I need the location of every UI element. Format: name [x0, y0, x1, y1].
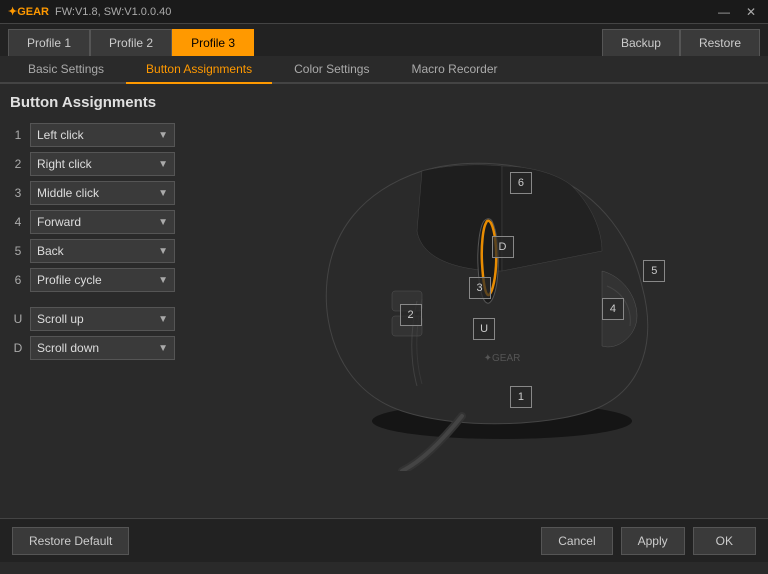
- profile-tab-3[interactable]: Profile 3: [172, 29, 254, 56]
- profile-tabs-row: Profile 1 Profile 2 Profile 3 Backup Res…: [0, 24, 768, 56]
- mouse-graphic: ✦GEAR: [262, 131, 722, 471]
- mouse-image-container: ✦GEAR 1 2 3 U D: [262, 131, 722, 471]
- restore-default-button[interactable]: Restore Default: [12, 527, 129, 555]
- cancel-button[interactable]: Cancel: [541, 527, 612, 555]
- btn-id-6: 6: [10, 273, 26, 287]
- btn-label-scroll-up: Scroll up: [37, 312, 84, 326]
- btn-label-1: Left click: [37, 128, 84, 142]
- btn-dropdown-2[interactable]: Right click ▼: [30, 152, 175, 176]
- btn-id-4: 4: [10, 215, 26, 229]
- btn-id-2: 2: [10, 157, 26, 171]
- btn-label-6: Profile cycle: [37, 273, 102, 287]
- chevron-down-icon: ▼: [158, 217, 168, 228]
- main-content: Button Assignments 1 Left click ▼ 2 Righ…: [0, 84, 768, 518]
- mouse-label-3: 3: [469, 277, 491, 299]
- btn-dropdown-scroll-down[interactable]: Scroll down ▼: [30, 336, 175, 360]
- mouse-label-4: 4: [602, 298, 624, 320]
- app-logo: ✦GEAR: [8, 5, 49, 18]
- left-panel: Button Assignments 1 Left click ▼ 2 Righ…: [0, 84, 215, 518]
- button-row-4: 4 Forward ▼: [10, 210, 205, 234]
- button-row-6: 6 Profile cycle ▼: [10, 268, 205, 292]
- app-version: FW:V1.8, SW:V1.0.0.40: [55, 6, 171, 18]
- chevron-down-icon: ▼: [158, 130, 168, 141]
- btn-label-2: Right click: [37, 157, 92, 171]
- tab-basic-settings[interactable]: Basic Settings: [8, 56, 124, 84]
- btn-id-U: U: [10, 312, 26, 326]
- title-bar-left: ✦GEAR FW:V1.8, SW:V1.0.0.40: [8, 5, 171, 18]
- btn-dropdown-6[interactable]: Profile cycle ▼: [30, 268, 175, 292]
- button-row-5: 5 Back ▼: [10, 239, 205, 263]
- btn-label-scroll-down: Scroll down: [37, 341, 99, 355]
- btn-id-D: D: [10, 341, 26, 355]
- mouse-label-5: 5: [643, 260, 665, 282]
- btn-id-3: 3: [10, 186, 26, 200]
- chevron-down-icon: ▼: [158, 159, 168, 170]
- mouse-label-2: 2: [400, 304, 422, 326]
- button-row-scroll-down: D Scroll down ▼: [10, 336, 205, 360]
- btn-dropdown-4[interactable]: Forward ▼: [30, 210, 175, 234]
- btn-dropdown-1[interactable]: Left click ▼: [30, 123, 175, 147]
- chevron-down-icon: ▼: [158, 188, 168, 199]
- tab-button-assignments[interactable]: Button Assignments: [126, 56, 272, 84]
- title-bar: ✦GEAR FW:V1.8, SW:V1.0.0.40 — ✕: [0, 0, 768, 24]
- button-row-2: 2 Right click ▼: [10, 152, 205, 176]
- section-title: Button Assignments: [10, 94, 205, 111]
- right-panel: ✦GEAR 1 2 3 U D: [215, 84, 768, 518]
- profile-tab-backup[interactable]: Backup: [602, 29, 680, 56]
- btn-label-5: Back: [37, 244, 64, 258]
- title-controls: — ✕: [714, 5, 760, 19]
- btn-label-4: Forward: [37, 215, 81, 229]
- chevron-down-icon: ▼: [158, 314, 168, 325]
- profile-tab-2[interactable]: Profile 2: [90, 29, 172, 56]
- mouse-label-6: 6: [510, 172, 532, 194]
- minimize-button[interactable]: —: [714, 5, 734, 19]
- profile-tab-1[interactable]: Profile 1: [8, 29, 90, 56]
- tab-color-settings[interactable]: Color Settings: [274, 56, 389, 84]
- mouse-label-D: D: [492, 236, 514, 258]
- apply-button[interactable]: Apply: [621, 527, 685, 555]
- chevron-down-icon: ▼: [158, 275, 168, 286]
- chevron-down-icon: ▼: [158, 343, 168, 354]
- btn-dropdown-3[interactable]: Middle click ▼: [30, 181, 175, 205]
- button-row-scroll-up: U Scroll up ▼: [10, 307, 205, 331]
- ok-button[interactable]: OK: [693, 527, 756, 555]
- btn-dropdown-scroll-up[interactable]: Scroll up ▼: [30, 307, 175, 331]
- mouse-label-U: U: [473, 318, 495, 340]
- btn-label-3: Middle click: [37, 186, 99, 200]
- close-button[interactable]: ✕: [742, 5, 760, 19]
- button-row-1: 1 Left click ▼: [10, 123, 205, 147]
- profile-tab-restore[interactable]: Restore: [680, 29, 760, 56]
- button-row-3: 3 Middle click ▼: [10, 181, 205, 205]
- btn-dropdown-5[interactable]: Back ▼: [30, 239, 175, 263]
- tab-macro-recorder[interactable]: Macro Recorder: [391, 56, 517, 84]
- bottom-left: Restore Default: [12, 527, 129, 555]
- btn-id-1: 1: [10, 128, 26, 142]
- bottom-bar: Restore Default Cancel Apply OK: [0, 518, 768, 562]
- sub-tabs: Basic Settings Button Assignments Color …: [0, 56, 768, 84]
- svg-text:✦GEAR: ✦GEAR: [483, 353, 520, 364]
- btn-id-5: 5: [10, 244, 26, 258]
- mouse-label-1: 1: [510, 386, 532, 408]
- bottom-right: Cancel Apply OK: [541, 527, 756, 555]
- chevron-down-icon: ▼: [158, 246, 168, 257]
